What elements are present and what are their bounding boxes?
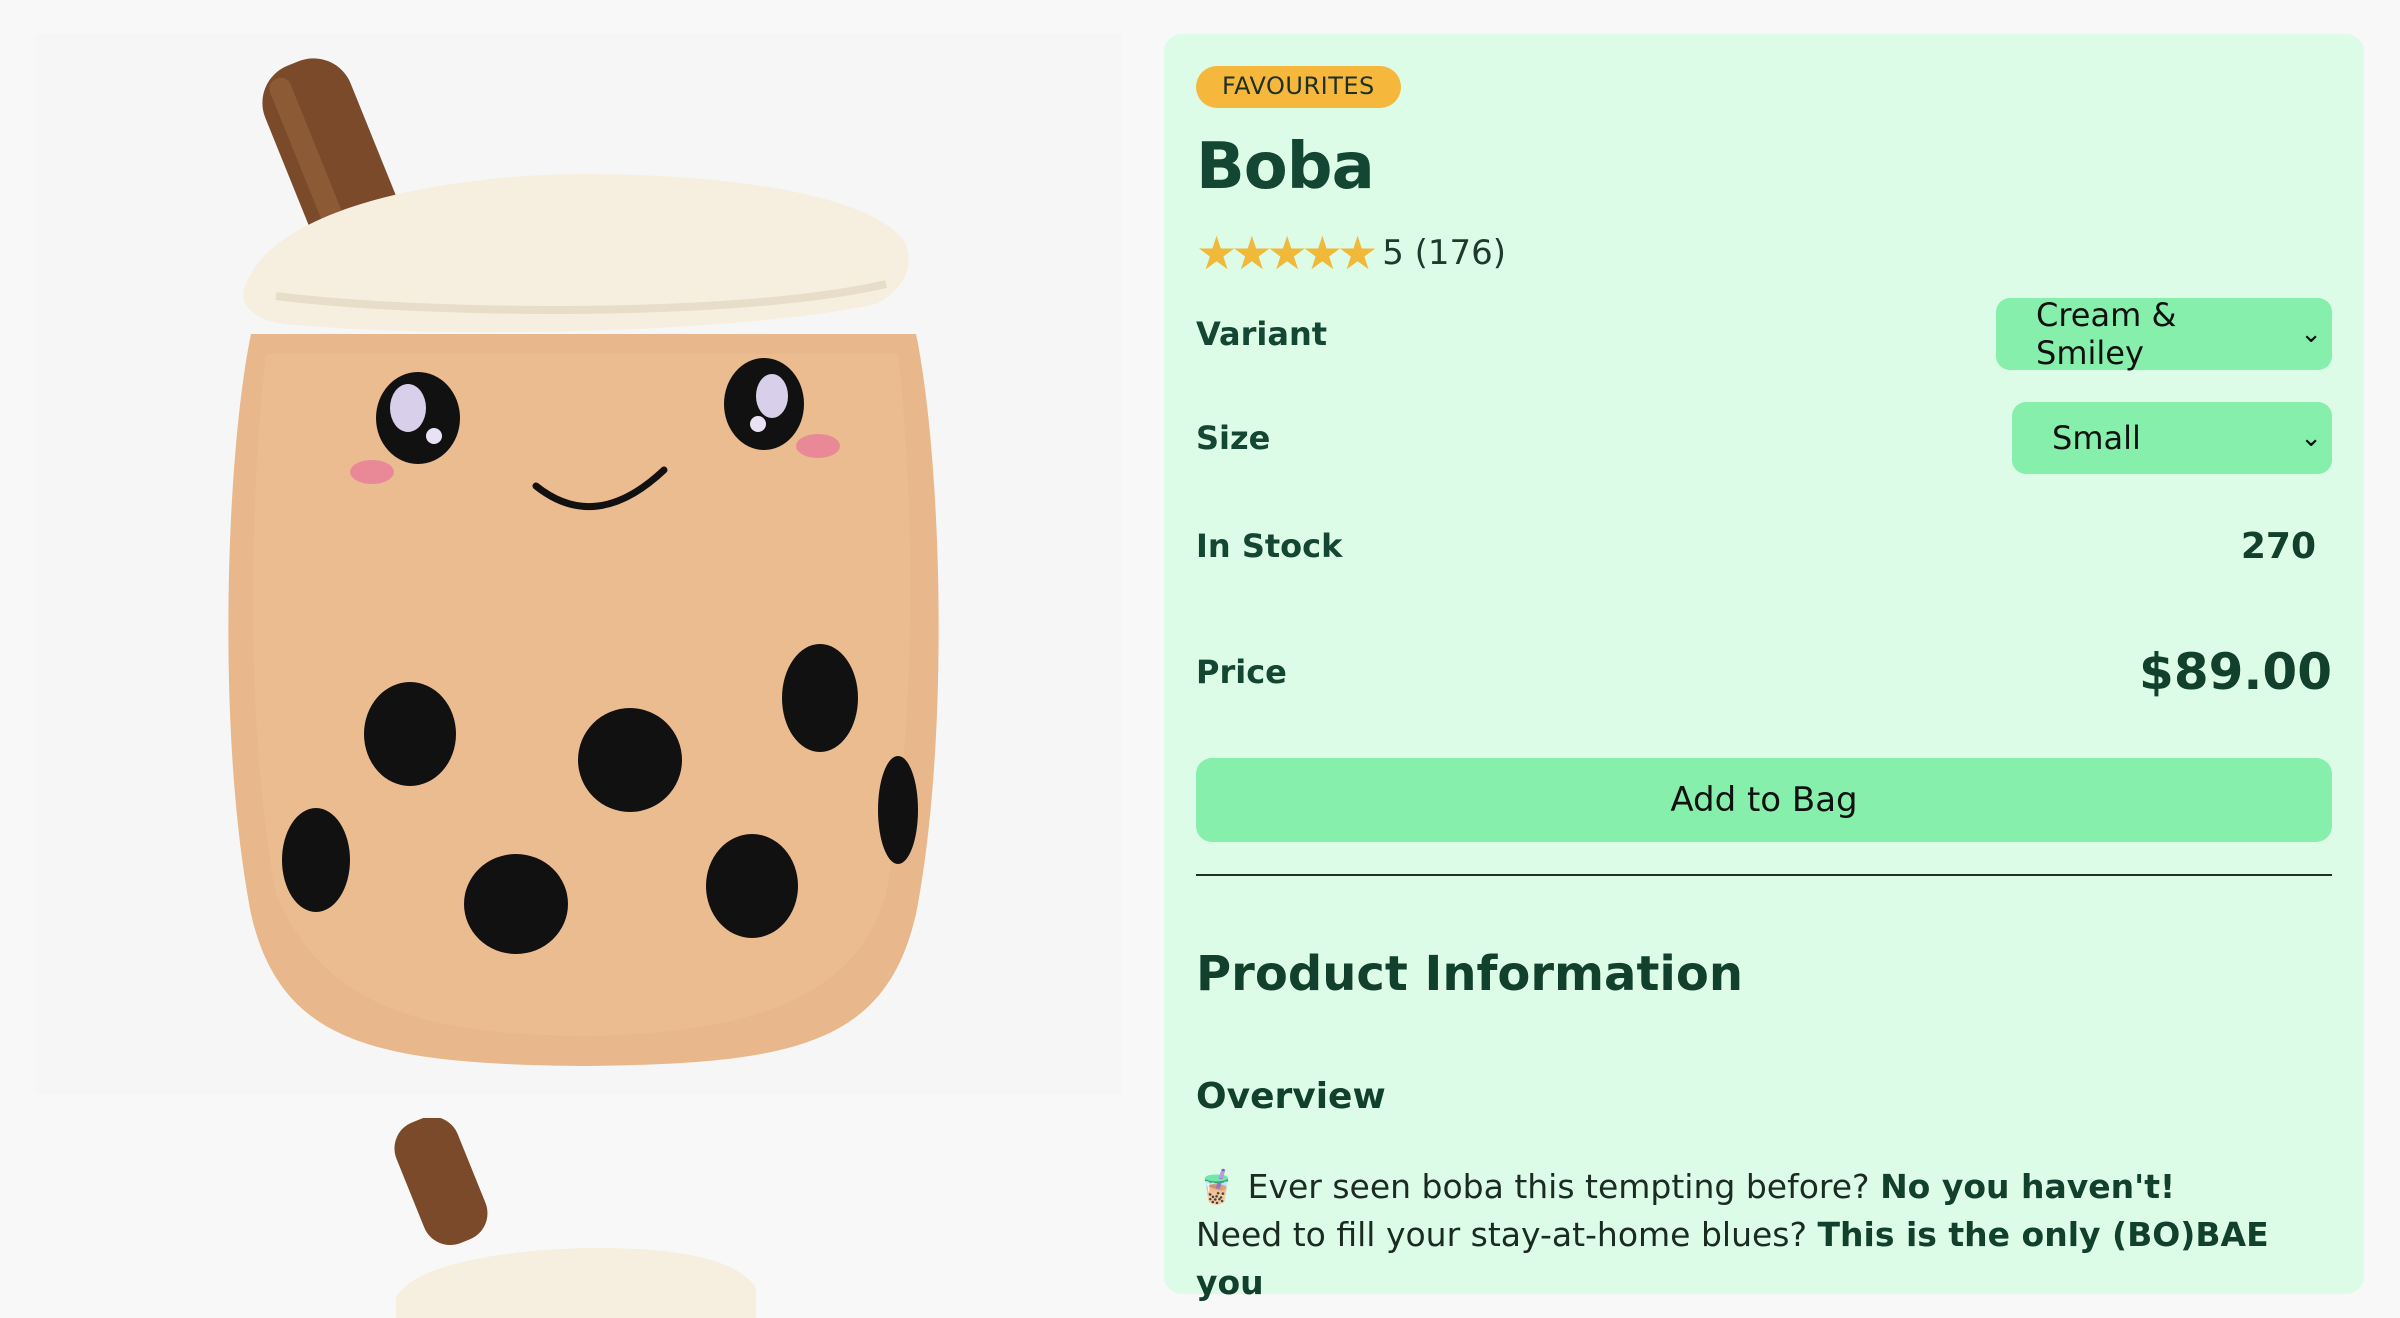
overview-line2-text: Need to fill your stay-at-home blues? <box>1196 1215 1808 1254</box>
stock-row: In Stock 270 <box>1196 490 2332 602</box>
chevron-down-icon: ⌄ <box>2300 423 2322 453</box>
boba-plush-thumbnail-illustration <box>394 1118 756 1318</box>
rating-text: 5 (176) <box>1382 233 1507 273</box>
price-row: Price $89.00 <box>1196 602 2332 742</box>
overview-heading: Overview <box>1196 1076 1386 1117</box>
variant-select[interactable]: Cream & Smiley ⌄ <box>1996 296 2332 372</box>
chevron-down-icon: ⌄ <box>2300 319 2322 349</box>
size-label: Size <box>1196 419 1271 457</box>
add-to-bag-button[interactable]: Add to Bag <box>1196 758 2332 842</box>
variant-label: Variant <box>1196 315 1328 353</box>
star-icon: ★★★★★ <box>1196 226 1378 280</box>
size-row: Size Small ⌄ <box>1196 386 2332 490</box>
product-details-panel: FAVOURITES Boba ★★★★★ 5 (176) Variant Cr… <box>1164 34 2364 1302</box>
variant-row: Variant Cream & Smiley ⌄ <box>1196 282 2332 386</box>
rating[interactable]: ★★★★★ 5 (176) <box>1196 230 2332 276</box>
variant-value: Cream & Smiley <box>2036 296 2177 372</box>
boba-emoji-icon: 🧋 <box>1196 1167 1238 1206</box>
overview-text: 🧋 Ever seen boba this tempting before? N… <box>1196 1163 2332 1307</box>
price-value: $89.00 <box>2139 643 2332 701</box>
overview-line1-bold: No you haven't! <box>1880 1167 2176 1206</box>
boba-plush-illustration <box>228 58 939 1066</box>
price-label: Price <box>1196 653 1287 691</box>
thumbnail-image[interactable] <box>36 1118 1122 1318</box>
size-value: Small <box>2052 419 2141 457</box>
divider <box>1196 874 2332 876</box>
product-gallery <box>36 34 1122 1094</box>
size-select[interactable]: Small ⌄ <box>2012 402 2332 474</box>
stock-value: 270 <box>2240 525 2316 567</box>
favourites-badge: FAVOURITES <box>1196 66 1401 108</box>
stock-label: In Stock <box>1196 527 1343 565</box>
main-product-image[interactable] <box>36 34 1122 1094</box>
overview-line1-text: Ever seen boba this tempting before? <box>1247 1167 1870 1206</box>
product-information-heading: Product Information <box>1196 946 1743 1002</box>
product-title: Boba <box>1196 130 1375 204</box>
